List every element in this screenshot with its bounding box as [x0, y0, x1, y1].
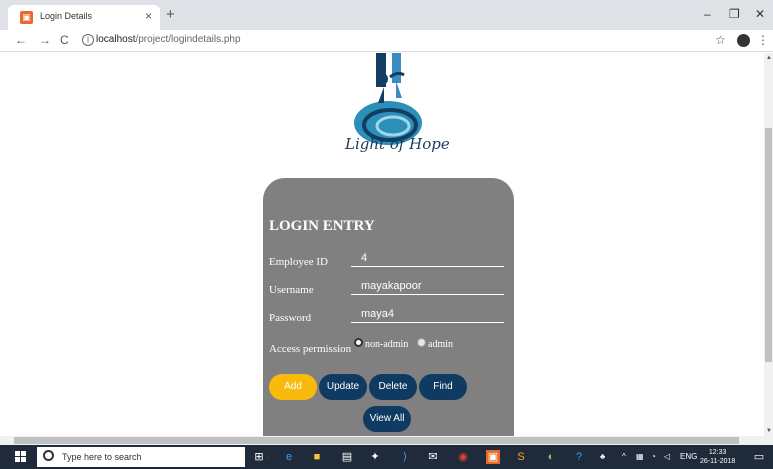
edge-icon[interactable]: e: [282, 450, 296, 464]
address-bar[interactable]: localhost/project/logindetails.php: [96, 34, 241, 45]
dropbox-icon[interactable]: ✦: [368, 450, 382, 464]
horizontal-scroll-thumb[interactable]: [14, 437, 739, 444]
page-viewport: Light of Hope LOGIN ENTRY Employee ID 4 …: [0, 53, 764, 436]
notification-icon[interactable]: ▭: [752, 450, 766, 464]
reload-button[interactable]: C: [60, 33, 69, 47]
access-permission-label: Access permission: [269, 343, 352, 355]
network-icon[interactable]: ▦: [636, 452, 644, 461]
volume-icon[interactable]: ◁: [664, 452, 670, 461]
address-path: /project/logindetails.php: [135, 34, 241, 45]
radio-admin-label: admin: [428, 339, 453, 350]
radio-non-admin-label: non-admin: [365, 339, 409, 350]
username-field[interactable]: mayakapoor: [351, 279, 504, 295]
find-button[interactable]: Find: [419, 374, 467, 400]
forward-button[interactable]: →: [39, 33, 51, 47]
radio-admin[interactable]: [417, 338, 426, 347]
vertical-scroll-thumb[interactable]: [765, 128, 772, 362]
browser-toolbar: ← → C i localhost/project/logindetails.p…: [0, 30, 773, 52]
store-icon[interactable]: ▤: [340, 450, 354, 464]
help-icon[interactable]: ?: [572, 450, 586, 464]
sublime-icon[interactable]: S: [514, 450, 528, 464]
file-explorer-icon[interactable]: ■: [310, 450, 324, 464]
tab-close-icon[interactable]: ×: [145, 9, 152, 23]
extension-icon[interactable]: [737, 34, 750, 47]
windows-taskbar: Type here to search ● ⊞ e ■ ▤ ✦ ⟩ ✉ ◉ ▣ …: [0, 445, 773, 469]
xampp-icon[interactable]: ▣: [486, 450, 500, 464]
minimize-button[interactable]: –: [704, 7, 711, 21]
employee-id-field[interactable]: 4: [351, 251, 504, 267]
chrome-icon[interactable]: ◉: [456, 450, 470, 464]
add-button[interactable]: Add: [269, 374, 317, 400]
taskbar-clock[interactable]: 12:33 26-11-2018: [700, 448, 735, 466]
address-host: localhost: [96, 34, 136, 45]
view-all-button[interactable]: View All: [363, 406, 411, 432]
app-icon[interactable]: ◐: [544, 450, 558, 464]
favicon-icon: ▣: [20, 11, 33, 24]
delete-button[interactable]: Delete: [369, 374, 417, 400]
clock-time: 12:33: [708, 449, 727, 456]
maximize-button[interactable]: ❐: [729, 7, 740, 21]
form-title: LOGIN ENTRY: [269, 218, 375, 234]
tray-chevron-icon[interactable]: ^: [622, 452, 626, 461]
task-view-icon[interactable]: ⊞: [252, 450, 266, 464]
visual-studio-icon[interactable]: ⟩: [398, 450, 412, 464]
taskbar-search-placeholder: Type here to search: [62, 452, 142, 462]
update-button[interactable]: Update: [319, 374, 367, 400]
vertical-scrollbar[interactable]: ▲ ▼: [764, 53, 773, 436]
horizontal-scrollbar[interactable]: [0, 436, 773, 445]
windows-start-icon[interactable]: [15, 451, 27, 463]
bookmark-star-icon[interactable]: ☆: [715, 33, 726, 47]
login-entry-card: LOGIN ENTRY Employee ID 4 Username mayak…: [263, 178, 514, 436]
tab-strip: ▣ Login Details × + – ❐ ✕: [0, 0, 773, 30]
back-button[interactable]: ←: [15, 33, 27, 47]
username-label: Username: [269, 284, 314, 296]
browser-menu-icon[interactable]: ⋮: [757, 33, 769, 47]
search-icon: [43, 450, 54, 461]
browser-window: ▣ Login Details × + – ❐ ✕ ← → C i localh…: [0, 0, 773, 469]
password-field[interactable]: maya4: [351, 307, 504, 323]
language-indicator[interactable]: ENG: [680, 452, 697, 461]
tab-login-details[interactable]: ▣ Login Details ×: [8, 5, 160, 30]
taskbar-search-box[interactable]: Type here to search ●: [37, 447, 270, 467]
logo-text: Light of Hope: [345, 135, 450, 153]
wifi-icon[interactable]: ◔: [651, 452, 656, 461]
people-icon[interactable]: ♣: [600, 452, 605, 461]
tab-title: Login Details: [40, 11, 93, 21]
close-window-button[interactable]: ✕: [755, 7, 765, 21]
radio-non-admin[interactable]: [354, 338, 363, 347]
clock-date: 26-11-2018: [700, 458, 736, 465]
employee-id-label: Employee ID: [269, 256, 328, 268]
scroll-up-icon[interactable]: ▲: [766, 55, 772, 61]
site-info-icon[interactable]: i: [82, 34, 94, 46]
scroll-down-icon[interactable]: ▼: [766, 428, 772, 434]
new-tab-button[interactable]: +: [166, 6, 175, 23]
mail-icon[interactable]: ✉: [426, 450, 440, 464]
password-label: Password: [269, 312, 312, 324]
